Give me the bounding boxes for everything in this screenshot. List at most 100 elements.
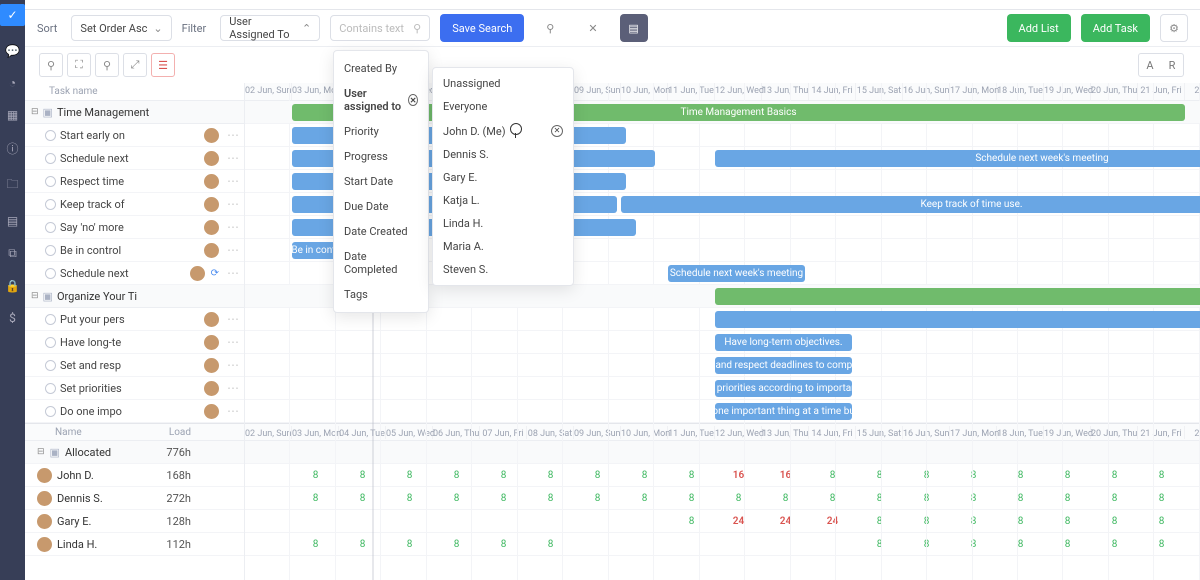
nav-folder-icon[interactable]: 🗀 bbox=[6, 175, 18, 196]
more-icon[interactable]: ⋯ bbox=[227, 381, 240, 395]
more-icon[interactable]: ⋯ bbox=[227, 128, 240, 142]
gantt-bar[interactable]: Keep track of time use. bbox=[621, 196, 1200, 213]
nav-money-icon[interactable]: $ bbox=[9, 311, 16, 325]
collapse-icon[interactable]: ⊟ bbox=[37, 447, 45, 457]
remove-icon[interactable]: ✕ bbox=[408, 94, 418, 106]
list-view-icon[interactable]: ☰ bbox=[151, 53, 175, 77]
add-task-button[interactable]: Add Task bbox=[1081, 14, 1150, 42]
checkmark-icon[interactable] bbox=[45, 222, 56, 233]
zoom-fit-icon[interactable]: ⛶ bbox=[67, 53, 91, 77]
view-toggle[interactable]: A R bbox=[1138, 53, 1184, 77]
gantt-bar[interactable]: Set priorities according to importance bbox=[715, 380, 852, 397]
more-icon[interactable]: ⋯ bbox=[227, 151, 240, 165]
checkmark-icon[interactable] bbox=[45, 153, 56, 164]
checkmark-icon[interactable] bbox=[45, 130, 56, 141]
task-row[interactable]: Do one impo⋯ bbox=[25, 400, 244, 423]
nav-chart-icon[interactable]: ▤ bbox=[7, 214, 18, 228]
checkmark-icon[interactable] bbox=[45, 314, 56, 325]
remove-icon[interactable]: ✕ bbox=[551, 125, 563, 137]
more-icon[interactable]: ⋯ bbox=[227, 220, 240, 234]
zoom-in-icon[interactable]: ⚲ bbox=[39, 53, 63, 77]
collapse-icon[interactable]: ⊟ bbox=[31, 107, 39, 117]
user-menu-item[interactable]: Everyone bbox=[433, 95, 573, 118]
checkmark-icon[interactable] bbox=[45, 268, 56, 279]
gantt-bar[interactable]: Schedule next week's meeting bbox=[668, 265, 805, 282]
user-menu-item[interactable]: John D. (Me)✕ bbox=[433, 118, 573, 143]
export-button[interactable]: ▤ bbox=[620, 14, 648, 42]
checkmark-icon[interactable] bbox=[45, 199, 56, 210]
task-row[interactable]: Say 'no' more⋯ bbox=[25, 216, 244, 239]
fullscreen-icon[interactable]: ⤢ bbox=[123, 53, 147, 77]
user-menu-item[interactable]: Steven S. bbox=[433, 258, 573, 281]
filter-menu-item[interactable]: User assigned to✕ bbox=[334, 81, 428, 119]
filter-menu-item[interactable]: Date Completed bbox=[334, 244, 428, 282]
more-icon[interactable]: ⋯ bbox=[227, 197, 240, 211]
group-row[interactable]: ⊟▣Organize Your Ti bbox=[25, 285, 244, 308]
toggle-r[interactable]: R bbox=[1161, 54, 1183, 76]
more-icon[interactable]: ⋯ bbox=[227, 174, 240, 188]
alloc-row[interactable]: Gary E.128h bbox=[25, 510, 244, 533]
more-icon[interactable]: ⋯ bbox=[227, 404, 240, 418]
gantt-bar[interactable]: Have long-term objectives. bbox=[715, 334, 852, 351]
alloc-row[interactable]: Linda H.112h bbox=[25, 533, 244, 556]
task-row[interactable]: Start early on⋯ bbox=[25, 124, 244, 147]
gantt-bar[interactable]: Do one important thing at a time but m bbox=[715, 403, 852, 420]
user-menu-item[interactable]: Katja L. bbox=[433, 189, 573, 212]
toggle-a[interactable]: A bbox=[1139, 54, 1161, 76]
gantt-bar[interactable] bbox=[715, 288, 1200, 305]
gantt-bar[interactable]: Schedule next week's meeting bbox=[715, 150, 1200, 167]
task-row[interactable]: Respect time⋯ bbox=[25, 170, 244, 193]
task-row[interactable]: Keep track of⋯ bbox=[25, 193, 244, 216]
filter-menu-item[interactable]: Created By bbox=[334, 56, 428, 81]
nav-chat-icon[interactable]: 💬 bbox=[5, 44, 20, 58]
user-menu-item[interactable]: Maria A. bbox=[433, 235, 573, 258]
filter-menu-item[interactable]: Tags bbox=[334, 282, 428, 307]
nav-info-icon[interactable]: ⓘ bbox=[6, 140, 18, 157]
settings-button[interactable]: ⚙ bbox=[1160, 14, 1188, 42]
user-menu-item[interactable]: Unassigned bbox=[433, 72, 573, 95]
checkmark-icon[interactable] bbox=[45, 406, 56, 417]
zoom-out-icon[interactable]: ⚲ bbox=[95, 53, 119, 77]
more-icon[interactable]: ⋯ bbox=[227, 358, 240, 372]
checkmark-icon[interactable] bbox=[45, 360, 56, 371]
collapse-icon[interactable]: ⊟ bbox=[31, 291, 39, 301]
filter-menu-item[interactable]: Priority bbox=[334, 119, 428, 144]
task-row[interactable]: Schedule next⋯ bbox=[25, 147, 244, 170]
more-icon[interactable]: ⋯ bbox=[227, 243, 240, 257]
alloc-row[interactable]: Dennis S.272h bbox=[25, 487, 244, 510]
checkmark-icon[interactable] bbox=[45, 337, 56, 348]
task-row[interactable]: Set and resp⋯ bbox=[25, 354, 244, 377]
more-icon[interactable]: ⋯ bbox=[227, 266, 240, 280]
checkmark-icon[interactable] bbox=[45, 245, 56, 256]
save-search-button[interactable]: Save Search bbox=[440, 14, 524, 42]
user-menu-item[interactable]: Dennis S. bbox=[433, 143, 573, 166]
checkmark-icon[interactable] bbox=[45, 383, 56, 394]
gantt-bar[interactable]: Set and respect deadlines to complete bbox=[715, 357, 852, 374]
filter-menu-item[interactable]: Due Date bbox=[334, 194, 428, 219]
alloc-group-row[interactable]: ⊟▣Allocated776h bbox=[25, 441, 244, 464]
clear-filter-icon[interactable]: ✕ bbox=[576, 14, 609, 42]
task-row[interactable]: Have long-te⋯ bbox=[25, 331, 244, 354]
user-menu-item[interactable]: Gary E. bbox=[433, 166, 573, 189]
add-list-button[interactable]: Add List bbox=[1007, 14, 1071, 42]
nav-calendar-icon[interactable]: ▦ bbox=[7, 108, 18, 122]
group-row[interactable]: ⊟▣Time Management bbox=[25, 101, 244, 124]
search-input[interactable]: Contains text ⚲ bbox=[330, 15, 430, 41]
filter-dropdown[interactable]: User Assigned To ⌃ bbox=[220, 15, 320, 41]
more-icon[interactable]: ⋯ bbox=[227, 312, 240, 326]
filter-menu-item[interactable]: Progress bbox=[334, 144, 428, 169]
search-action-icon[interactable]: ⚲ bbox=[534, 14, 566, 42]
user-filter-menu[interactable]: UnassignedEveryoneJohn D. (Me)✕Dennis S.… bbox=[432, 67, 574, 286]
nav-check-icon[interactable]: ✓ bbox=[0, 4, 25, 26]
user-menu-item[interactable]: Linda H. bbox=[433, 212, 573, 235]
task-row[interactable]: Be in control⋯ bbox=[25, 239, 244, 262]
task-row[interactable]: Schedule next⟳⋯ bbox=[25, 262, 244, 285]
sort-dropdown[interactable]: Set Order Asc ⌄ bbox=[71, 15, 171, 41]
gantt-bar[interactable] bbox=[715, 311, 1200, 328]
alloc-row[interactable]: John D.168h bbox=[25, 464, 244, 487]
filter-menu-item[interactable]: Start Date bbox=[334, 169, 428, 194]
more-icon[interactable]: ⋯ bbox=[227, 335, 240, 349]
nav-clock-icon[interactable]: ◔ bbox=[9, 76, 16, 90]
nav-lock-icon[interactable]: 🔒 bbox=[5, 279, 20, 293]
task-row[interactable]: Set priorities⋯ bbox=[25, 377, 244, 400]
